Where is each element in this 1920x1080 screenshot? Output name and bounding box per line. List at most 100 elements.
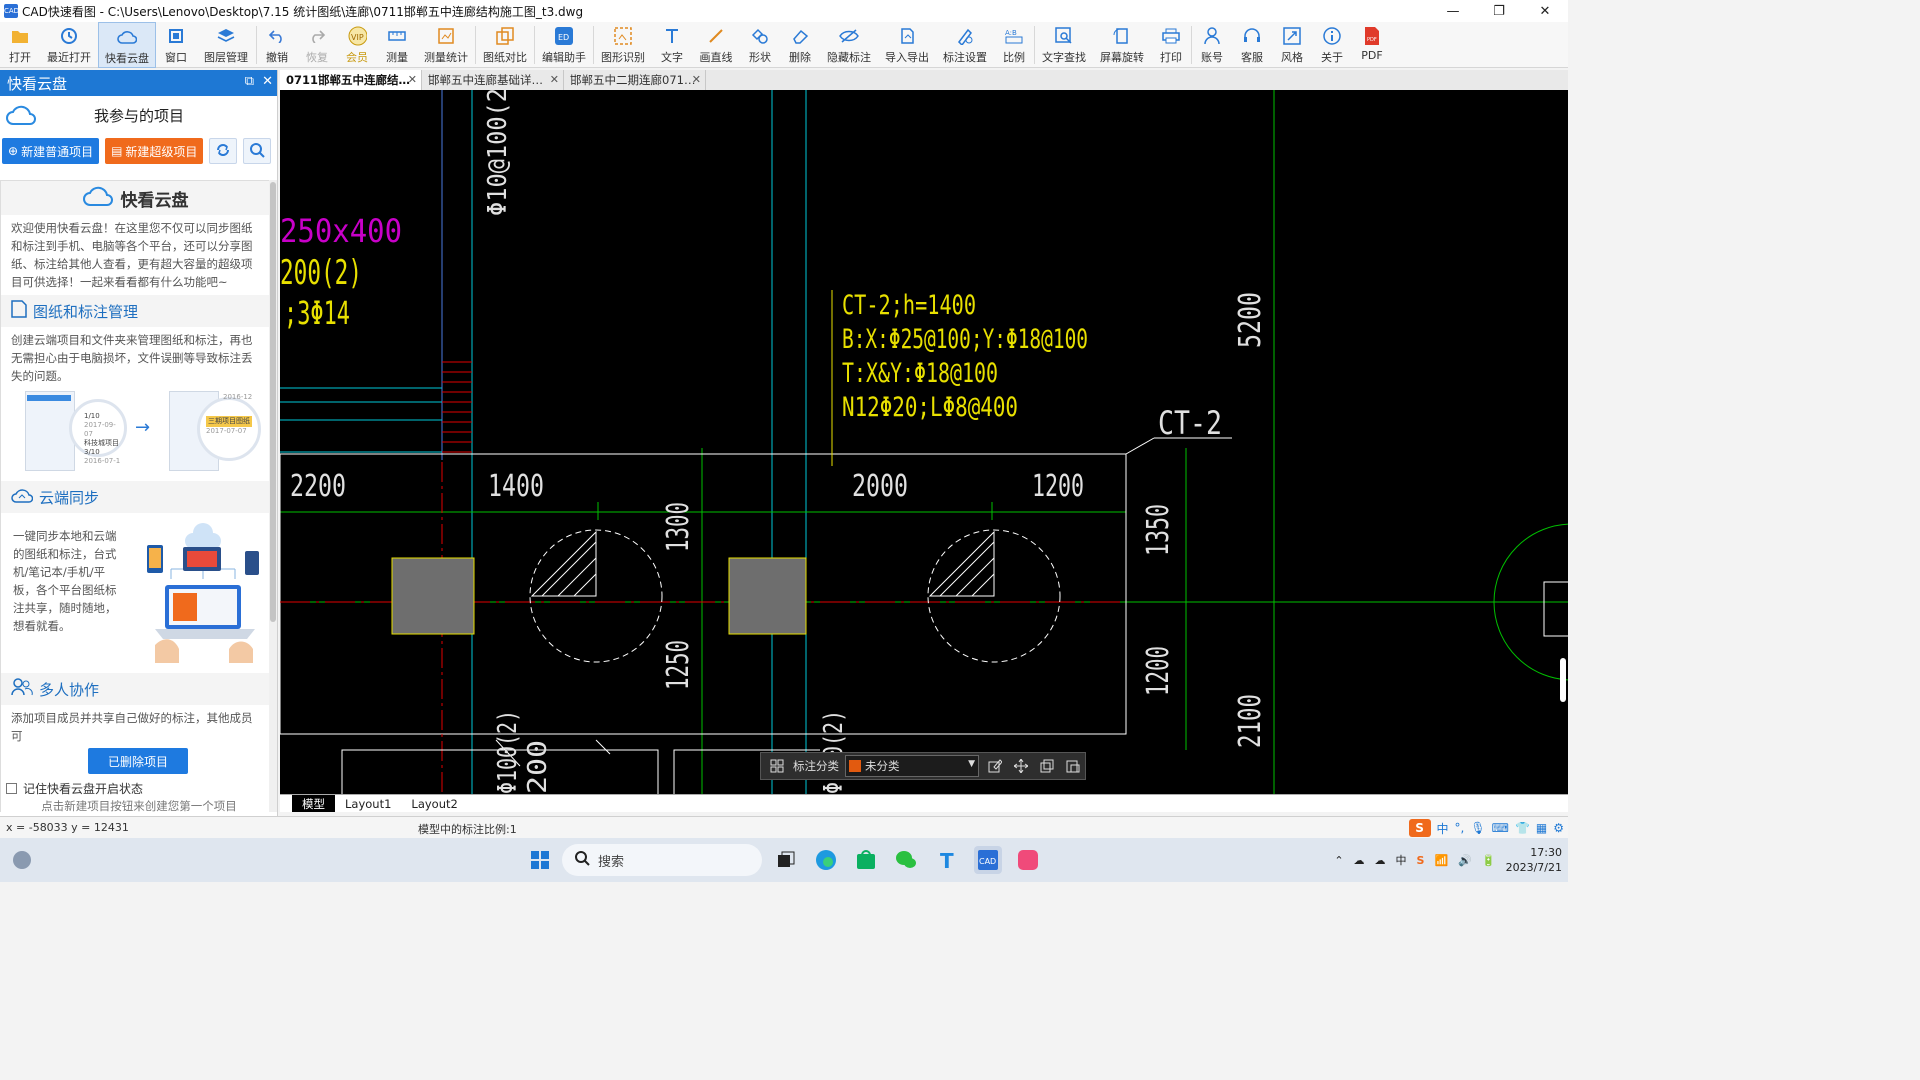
style-button[interactable]: 风格 bbox=[1272, 22, 1312, 68]
close-window-button[interactable]: ✕ bbox=[1522, 0, 1568, 22]
task-view-icon[interactable] bbox=[772, 846, 800, 874]
svg-text:T: T bbox=[940, 849, 954, 871]
keyboard-icon[interactable]: ⌨ bbox=[1492, 821, 1509, 835]
annotation-category-select[interactable]: 未分类 ▼ bbox=[845, 755, 979, 777]
search-projects-button[interactable] bbox=[243, 138, 272, 164]
eraser-icon bbox=[790, 26, 810, 46]
tab-document-2[interactable]: 邯郸五中连廊基础详… ✕ bbox=[422, 70, 564, 90]
grid-icon[interactable] bbox=[767, 756, 787, 776]
account-button[interactable]: 账号 bbox=[1192, 22, 1232, 68]
mark-settings-button[interactable]: 标注设置 bbox=[936, 22, 994, 68]
new-super-project-button[interactable]: ▤ 新建超级项目 bbox=[105, 138, 204, 164]
dim-2200: 2200 bbox=[290, 469, 346, 504]
cloud-sync-icon[interactable]: ☁ bbox=[1375, 854, 1386, 867]
onedrive-icon[interactable]: ☁ bbox=[1354, 854, 1365, 867]
edit-helper-button[interactable]: ED 编辑助手 bbox=[535, 22, 593, 68]
sync-button[interactable] bbox=[209, 138, 238, 164]
close-tab-icon[interactable]: ✕ bbox=[692, 73, 701, 86]
battery-icon[interactable]: 🔋 bbox=[1482, 854, 1496, 867]
measure-button[interactable]: 测量 bbox=[377, 22, 417, 68]
hide-marks-button[interactable]: 隐藏标注 bbox=[820, 22, 878, 68]
wifi-icon[interactable]: 📶 bbox=[1434, 854, 1448, 867]
open-button[interactable]: 打开 bbox=[0, 22, 40, 68]
ime-toolbar[interactable]: S 中 °, 🎙 ⌨ 👕 ▦ ⚙ bbox=[1408, 817, 1564, 839]
t-app-icon[interactable]: T bbox=[934, 846, 962, 874]
project-title: 我参与的项目 bbox=[93, 106, 184, 125]
search-icon bbox=[574, 850, 590, 870]
tab-document-1[interactable]: 0711邯郸五中连廊结… ✕ bbox=[280, 70, 422, 90]
chevron-up-icon[interactable]: ⌃ bbox=[1334, 854, 1343, 867]
close-tab-icon[interactable]: ✕ bbox=[550, 73, 559, 86]
compare-button[interactable]: 图纸对比 bbox=[476, 22, 534, 68]
start-button[interactable] bbox=[526, 846, 554, 874]
canvas-scroll-handle[interactable] bbox=[1560, 658, 1566, 702]
deleted-projects-button[interactable]: 已删除项目 bbox=[88, 748, 188, 774]
minimize-button[interactable]: — bbox=[1430, 0, 1476, 22]
move-icon[interactable] bbox=[1011, 756, 1031, 776]
rebar-text: ;3Φ14 bbox=[284, 294, 350, 332]
service-button[interactable]: 客服 bbox=[1232, 22, 1272, 68]
clock[interactable]: 17:30 2023/7/21 bbox=[1506, 845, 1562, 875]
pdf-button[interactable]: PDF PDF bbox=[1352, 22, 1392, 68]
copy-icon[interactable] bbox=[1037, 756, 1057, 776]
redo-button[interactable]: 恢复 bbox=[297, 22, 337, 68]
line-button[interactable]: 画直线 bbox=[692, 22, 740, 68]
wechat-icon[interactable] bbox=[892, 846, 920, 874]
window-title: CAD快速看图 - C:\Users\Lenovo\Desktop\7.15 统… bbox=[22, 4, 584, 19]
store-icon[interactable] bbox=[852, 846, 880, 874]
toolbox-icon[interactable]: ▦ bbox=[1536, 821, 1547, 835]
undo-icon bbox=[267, 26, 287, 46]
layers-button[interactable]: 图层管理 bbox=[196, 22, 256, 68]
scrollbar-thumb[interactable] bbox=[270, 182, 276, 622]
shape-button[interactable]: 形状 bbox=[740, 22, 780, 68]
remember-state-checkbox-row[interactable]: 记住快看云盘开启状态 bbox=[6, 780, 143, 797]
weather-icon[interactable] bbox=[8, 846, 36, 874]
measure-stats-button[interactable]: 测量统计 bbox=[417, 22, 475, 68]
microphone-icon[interactable]: 🎙 bbox=[1470, 821, 1485, 835]
delete-button[interactable]: 删除 bbox=[780, 22, 820, 68]
dim-1400: 1400 bbox=[488, 469, 544, 504]
close-panel-icon[interactable]: ✕ bbox=[262, 74, 273, 89]
scale-button[interactable]: A:B 比例 bbox=[994, 22, 1034, 68]
recent-button[interactable]: 最近打开 bbox=[40, 22, 98, 68]
settings-icon[interactable]: ⚙ bbox=[1553, 821, 1564, 835]
print-button[interactable]: 打印 bbox=[1151, 22, 1191, 68]
drawing-canvas[interactable]: 250x400 200(2) ;3Φ14 Φ10@100(2 CT-2;h=14… bbox=[280, 90, 1568, 794]
close-tab-icon[interactable]: ✕ bbox=[408, 73, 417, 86]
edge-browser-icon[interactable] bbox=[812, 846, 840, 874]
tab-model[interactable]: 模型 bbox=[292, 795, 335, 812]
cloud-panel: 快看云盘 ⧉ ✕ 我参与的项目 ⊕ 新建普通项目 ▤ 新建超级项目 快看云盘 欢迎使… bbox=[0, 70, 278, 838]
edit-icon[interactable] bbox=[985, 756, 1005, 776]
tab-document-3[interactable]: 邯郸五中二期连廊071… ✕ bbox=[564, 70, 706, 90]
paste-icon[interactable] bbox=[1063, 756, 1083, 776]
punctuation-icon[interactable]: °, bbox=[1455, 821, 1465, 835]
dim-1250: 1250 bbox=[661, 640, 696, 690]
taskbar-search[interactable]: 搜索 bbox=[562, 844, 762, 876]
new-normal-project-button[interactable]: ⊕ 新建普通项目 bbox=[2, 138, 100, 164]
cloud-button[interactable]: 快看云盘 bbox=[98, 22, 156, 68]
undo-button[interactable]: 撤销 bbox=[257, 22, 297, 68]
vip-button[interactable]: VIP 会员 bbox=[337, 22, 377, 68]
import-export-button[interactable]: 导入导出 bbox=[878, 22, 936, 68]
volume-icon[interactable]: 🔊 bbox=[1458, 854, 1472, 867]
cad-drawing[interactable]: 250x400 200(2) ;3Φ14 Φ10@100(2 CT-2;h=14… bbox=[280, 90, 1568, 794]
cad-viewer-taskbar-icon[interactable]: CAD bbox=[974, 846, 1002, 874]
screen-rotate-button[interactable]: 屏幕旋转 bbox=[1093, 22, 1151, 68]
text-button[interactable]: 文字 bbox=[652, 22, 692, 68]
input-method-icon[interactable]: 中 bbox=[1396, 852, 1407, 868]
window-button[interactable]: 窗口 bbox=[156, 22, 196, 68]
panel-scrollbar[interactable] bbox=[269, 180, 277, 812]
remember-state-checkbox[interactable] bbox=[6, 783, 17, 794]
svg-text:CAD: CAD bbox=[979, 857, 996, 866]
tab-layout1[interactable]: Layout1 bbox=[335, 795, 401, 812]
restore-panel-icon[interactable]: ⧉ bbox=[245, 74, 254, 89]
skin-icon[interactable]: 👕 bbox=[1515, 821, 1530, 835]
dim-5200: 5200 bbox=[1233, 292, 1268, 348]
sogou-tray-icon[interactable]: S bbox=[1417, 854, 1425, 867]
pink-app-icon[interactable] bbox=[1014, 846, 1042, 874]
shape-recognize-button[interactable]: 图形识别 bbox=[594, 22, 652, 68]
about-button[interactable]: 关于 bbox=[1312, 22, 1352, 68]
text-find-button[interactable]: 文字查找 bbox=[1035, 22, 1093, 68]
tab-layout2[interactable]: Layout2 bbox=[401, 795, 467, 812]
maximize-button[interactable]: ❐ bbox=[1476, 0, 1522, 22]
